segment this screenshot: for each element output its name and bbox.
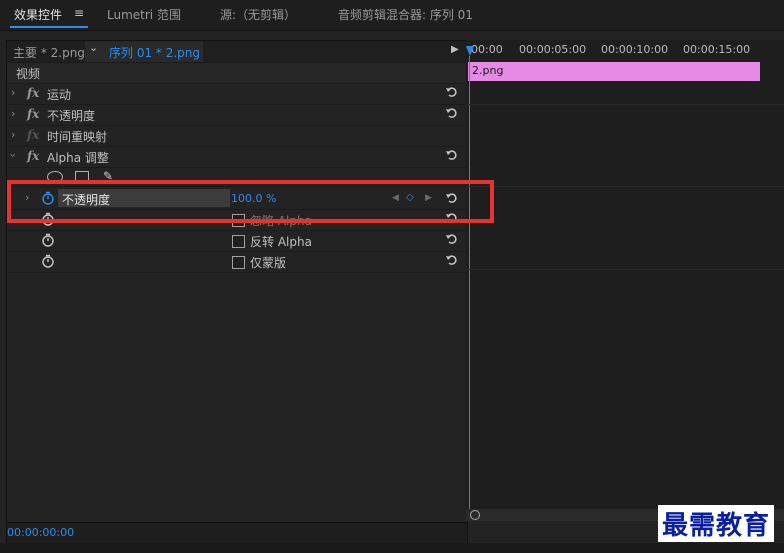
fx-icon[interactable]: fx — [27, 107, 39, 121]
effect-label: Alpha 调整 — [47, 151, 109, 165]
tick-label: 00:00 — [471, 43, 503, 56]
effect-row-time-remap[interactable]: › fx 时间重映射 — [7, 126, 467, 147]
playhead-icon[interactable] — [466, 46, 474, 56]
sequence-clip-tab[interactable]: ⌄ 序列 01 * 2.png — [85, 41, 203, 62]
effect-row-opacity[interactable]: › fx 不透明度 — [7, 105, 467, 126]
clip-bar[interactable]: 2.png — [468, 62, 760, 81]
panel-menu-icon[interactable]: ≡ — [74, 6, 84, 20]
highlight-box — [7, 180, 494, 223]
tick-label: 00:00:10:00 — [601, 43, 669, 56]
chevron-down-icon[interactable]: ⌄ — [89, 41, 98, 54]
stopwatch-icon[interactable] — [41, 254, 55, 271]
tab-source[interactable]: 源:（无剪辑） — [220, 6, 296, 23]
video-section-label: 视频 — [16, 67, 41, 81]
playhead-line[interactable] — [469, 56, 470, 520]
bottom-panel-strip — [0, 543, 784, 553]
timecode-bar: 00:00:00:00 — [7, 522, 467, 544]
scroll-handle-icon[interactable] — [470, 510, 480, 520]
effect-row-motion[interactable]: › fx 运动 — [7, 84, 467, 105]
effect-controls-panel: 主要 * 2.png ⌄ 序列 01 * 2.png ▶ 视频 › fx 运动 … — [6, 40, 468, 544]
active-tab-indicator — [10, 26, 88, 28]
lane-divider — [466, 104, 784, 105]
effect-label: 不透明度 — [47, 109, 96, 123]
sequence-clip-label: 序列 01 * 2.png — [109, 46, 201, 60]
reset-icon[interactable] — [445, 106, 459, 120]
tab-effect-controls[interactable]: 效果控件 — [14, 6, 62, 23]
current-timecode[interactable]: 00:00:00:00 — [7, 526, 74, 539]
reset-icon[interactable] — [445, 148, 459, 162]
clip-name: 2.png — [472, 64, 504, 77]
chevron-right-icon[interactable]: › — [11, 128, 15, 141]
chevron-right-icon[interactable]: › — [11, 86, 15, 99]
fx-icon[interactable]: fx — [27, 86, 39, 100]
chevron-right-icon[interactable]: › — [11, 107, 15, 120]
tab-audio-clip-mixer[interactable]: 音频剪辑混合器: 序列 01 — [338, 6, 473, 23]
lane-divider — [466, 269, 784, 270]
effect-timeline[interactable]: 00:00 00:00:05:00 00:00:10:00 00:00:15:0… — [466, 40, 784, 520]
reset-icon[interactable] — [445, 232, 459, 246]
tab-lumetri-scopes[interactable]: Lumetri 范围 — [107, 6, 181, 23]
play-arrow-icon[interactable]: ▶ — [451, 44, 459, 55]
reset-icon[interactable] — [445, 253, 459, 267]
param-row-mask-only[interactable]: 仅蒙版 — [7, 252, 467, 273]
effect-label: 运动 — [47, 88, 72, 102]
effect-row-alpha-adjust[interactable]: › fx Alpha 调整 — [7, 147, 467, 168]
reset-icon[interactable] — [445, 85, 459, 99]
tick-label: 00:00:15:00 — [683, 43, 751, 56]
mask-only-checkbox[interactable] — [232, 256, 245, 269]
lane-divider — [466, 186, 784, 187]
chevron-down-icon[interactable]: › — [7, 153, 20, 157]
param-row-invert-alpha[interactable]: 反转 Alpha — [7, 231, 467, 252]
invert-alpha-checkbox[interactable] — [232, 235, 245, 248]
time-ruler[interactable]: 00:00 00:00:05:00 00:00:10:00 00:00:15:0… — [466, 40, 784, 60]
fx-icon[interactable]: fx — [27, 128, 39, 142]
panel-tab-bar: 效果控件 ≡ Lumetri 范围 源:（无剪辑） 音频剪辑混合器: 序列 01 — [0, 0, 784, 31]
tick-label: 00:00:05:00 — [519, 43, 587, 56]
checkbox-label: 仅蒙版 — [250, 256, 287, 270]
clip-header-row: 主要 * 2.png ⌄ 序列 01 * 2.png ▶ — [7, 41, 467, 63]
video-section-header: 视频 — [7, 63, 467, 84]
master-clip-label[interactable]: 主要 * 2.png — [13, 44, 85, 61]
effect-label: 时间重映射 — [47, 130, 108, 144]
watermark-logo: 最需教育 — [658, 505, 775, 542]
stopwatch-icon[interactable] — [41, 233, 55, 250]
fx-icon[interactable]: fx — [27, 149, 39, 163]
checkbox-label: 反转 Alpha — [250, 235, 312, 249]
